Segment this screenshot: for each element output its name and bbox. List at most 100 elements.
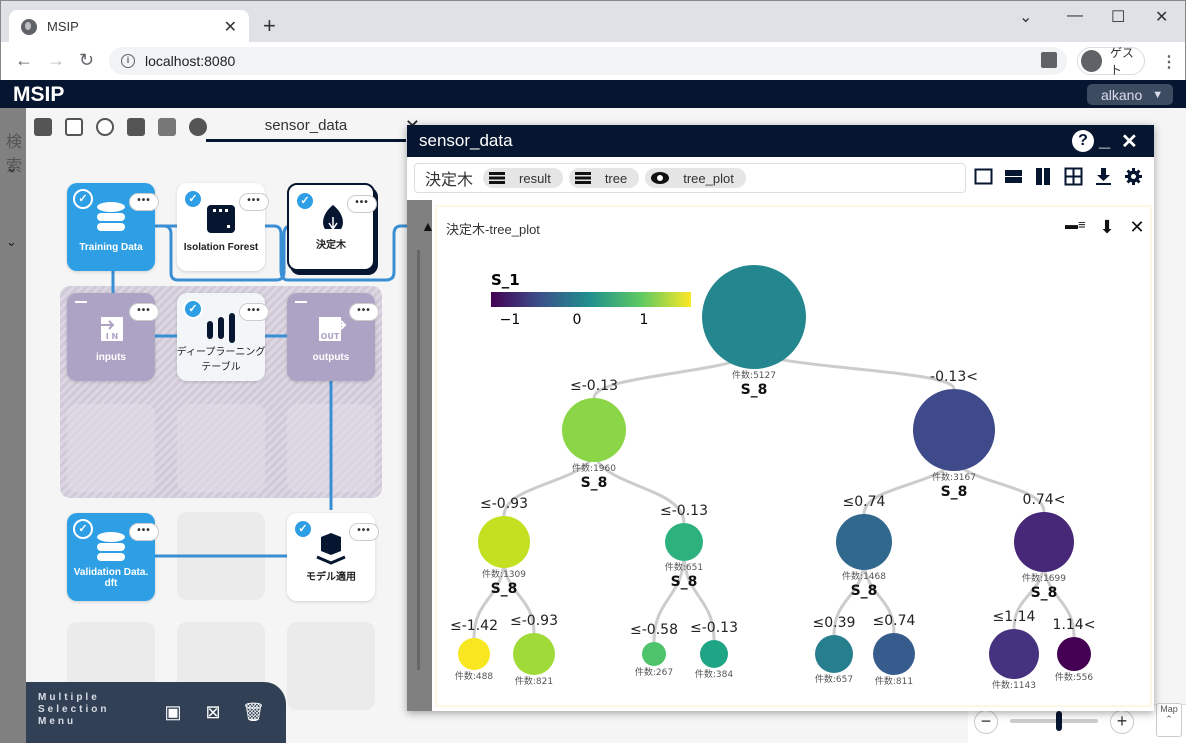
node-outputs[interactable]: ••• OUT outputs (287, 293, 379, 381)
tree-node[interactable] (642, 642, 666, 666)
minimize-icon[interactable]: — (1067, 7, 1083, 25)
node-decision-tree[interactable]: ✓ ••• 決定木 (287, 183, 377, 271)
tree-node[interactable] (1014, 512, 1074, 572)
node-label: ディープラーニング テーブル (176, 347, 266, 373)
single-layout-icon[interactable] (974, 167, 993, 186)
edge-label: 0.74< (1023, 492, 1066, 508)
tree-node[interactable] (513, 633, 555, 675)
list-icon (489, 172, 506, 184)
tree-plot: S_1 −1 0 1 件数:5127S_8≤-0.13件数:1960S_8-0.… (450, 265, 1096, 691)
more-options-button[interactable]: ••• (129, 303, 159, 321)
vertical-split-icon[interactable] (1034, 167, 1053, 186)
tree-node[interactable] (815, 635, 853, 673)
more-options-button[interactable]: ••• (129, 523, 159, 541)
more-options-button[interactable]: ••• (349, 303, 379, 321)
horizontal-split-icon[interactable] (1004, 167, 1023, 186)
collapse-icon[interactable] (295, 301, 307, 303)
chevron-down-icon[interactable]: ⌄ (6, 234, 17, 250)
scrollbar[interactable] (417, 250, 420, 670)
close-icon[interactable]: ✕ (1121, 129, 1138, 154)
breadcrumb-chip-tree-plot[interactable]: tree_plot (645, 168, 746, 188)
maximize-icon[interactable]: ☐ (1111, 7, 1125, 27)
up-arrow-icon[interactable]: ▲ (421, 218, 435, 234)
node-count: 件数:267 (635, 666, 673, 678)
gear-icon[interactable] (1124, 167, 1143, 186)
more-options-button[interactable]: ••• (239, 303, 269, 321)
close-icon[interactable]: ✕ (1127, 217, 1147, 237)
edge-label: ≤-0.13 (690, 620, 738, 636)
split-feature: S_8 (1031, 585, 1058, 601)
profile-label: ゲスト (1109, 46, 1134, 77)
deselect-icon[interactable]: ⊠ (202, 702, 224, 724)
more-options-button[interactable]: ••• (347, 195, 377, 213)
chevron-down-icon[interactable]: ⌄ (1019, 7, 1032, 27)
tree-node[interactable] (665, 523, 703, 561)
node-inputs[interactable]: ••• I N inputs (67, 293, 159, 381)
node-isolation-forest[interactable]: ✓ ••• Isolation Forest (177, 183, 269, 271)
translate-icon[interactable] (1041, 52, 1057, 68)
window-close-icon[interactable]: ✕ (1155, 7, 1168, 27)
node-count: 件数:488 (455, 670, 493, 682)
edge-label: 1.14< (1053, 617, 1096, 633)
svg-text:I N: I N (106, 332, 118, 341)
zoom-in-button[interactable]: + (1110, 710, 1134, 734)
tree-node[interactable] (700, 640, 728, 668)
forward-icon[interactable]: → (47, 50, 65, 71)
zoom-slider-thumb[interactable] (1056, 711, 1062, 731)
user-menu-button[interactable]: alkano ▼ (1087, 84, 1173, 105)
reload-icon[interactable]: ↻ (79, 50, 94, 71)
split-feature: S_8 (851, 583, 878, 599)
back-icon[interactable]: ← (15, 50, 33, 71)
tree-node[interactable] (562, 398, 626, 462)
profile-button[interactable]: ゲスト (1077, 46, 1145, 77)
minimize-icon[interactable]: _ (1099, 129, 1110, 152)
node-deep-learning-table[interactable]: ✓ ••• ディープラーニング テーブル (176, 293, 269, 381)
tree-node[interactable] (458, 638, 490, 670)
select-all-icon[interactable]: ▣ (162, 702, 184, 724)
split-feature: S_8 (741, 382, 768, 398)
more-options-button[interactable]: ••• (239, 193, 269, 211)
more-options-button[interactable]: ••• (129, 193, 159, 211)
tree-node[interactable] (702, 265, 806, 369)
breadcrumb-chip-result[interactable]: result (483, 168, 563, 188)
zoom-slider[interactable] (1010, 719, 1098, 723)
breadcrumb-root[interactable]: 決定木 (425, 166, 473, 190)
download-icon[interactable]: ⬇ (1097, 217, 1117, 237)
grid-layout-icon[interactable] (1064, 167, 1083, 186)
close-tab-icon[interactable]: ✕ (224, 17, 237, 37)
collapse-icon[interactable] (75, 301, 87, 303)
node-count: 件数:1143 (992, 679, 1036, 691)
tree-node[interactable] (836, 514, 892, 570)
node-training-data[interactable]: ✓ ••• Training Data (67, 183, 159, 271)
minimap-toggle[interactable]: Map ⌃ (1156, 703, 1182, 737)
more-options-button[interactable]: ••• (349, 523, 379, 541)
tree-node[interactable] (478, 516, 530, 568)
trash-icon[interactable]: 🗑 (242, 702, 265, 724)
panel-sidebar[interactable]: ▲ (407, 200, 435, 711)
tree-node[interactable] (1057, 637, 1091, 671)
edge-label: ≤-0.93 (510, 613, 558, 629)
help-icon[interactable]: ? (1072, 130, 1094, 152)
info-icon[interactable]: i (121, 54, 135, 68)
edge-label: ≤1.14 (993, 609, 1036, 625)
kebab-menu-icon[interactable]: ⋮ (1161, 52, 1177, 72)
breadcrumb-chip-tree[interactable]: tree (568, 168, 640, 188)
node-model-apply[interactable]: ✓ ••• モデル適用 (287, 513, 379, 601)
modal-title: sensor_data (419, 131, 513, 150)
browser-tab[interactable]: MSIP ✕ (9, 10, 249, 43)
tree-node[interactable] (913, 389, 995, 471)
chevron-down-icon[interactable]: ⌄ (6, 160, 17, 176)
url-input[interactable]: i localhost:8080 (109, 47, 1067, 75)
new-tab-button[interactable]: + (263, 13, 276, 39)
download-icon[interactable] (1094, 167, 1113, 186)
node-label: Validation Data.dft (73, 567, 149, 589)
node-validation-data[interactable]: ✓ ••• Validation Data.dft (67, 513, 159, 601)
edge-label: ≤-1.42 (450, 618, 498, 634)
node-count: 件数:1309 (482, 568, 526, 580)
zoom-out-button[interactable]: − (974, 710, 998, 734)
image-list-icon[interactable]: ▬≡ (1065, 217, 1086, 237)
tree-node[interactable] (989, 629, 1039, 679)
tree-node[interactable] (873, 633, 915, 675)
model-apply-icon (316, 533, 346, 565)
node-count: 件数:3167 (932, 471, 976, 483)
